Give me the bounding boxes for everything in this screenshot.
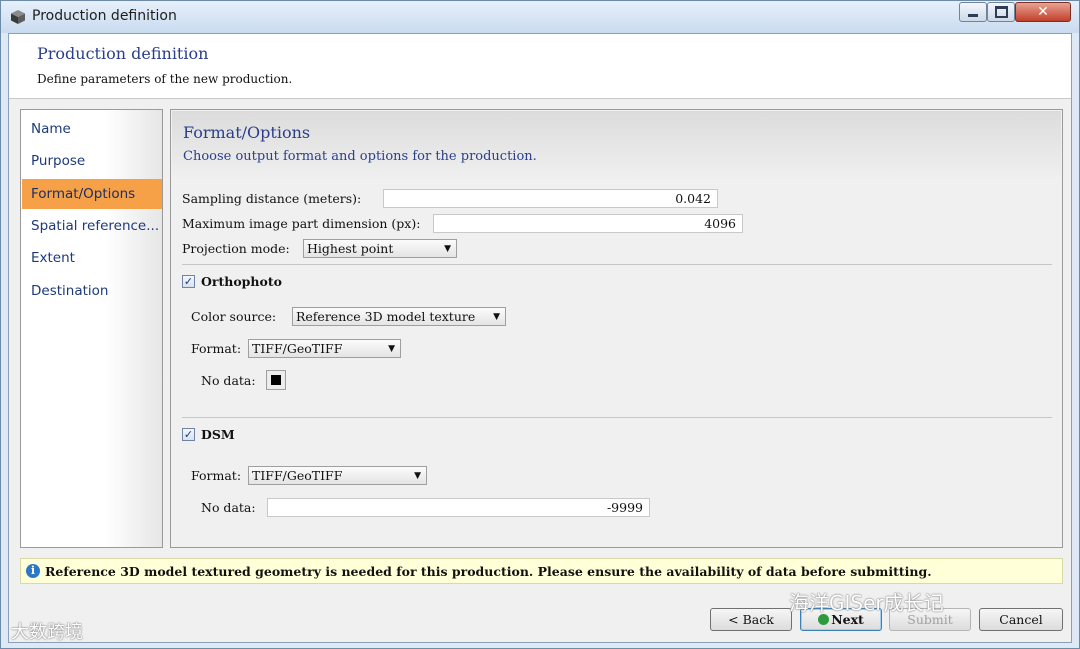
sampling-distance-input[interactable]: 0.042 bbox=[383, 189, 718, 208]
close-icon: ✕ bbox=[1037, 4, 1049, 20]
divider bbox=[182, 264, 1052, 265]
title-bar[interactable]: Production definition ✕ bbox=[1, 1, 1079, 33]
minimize-icon bbox=[968, 13, 978, 17]
projection-mode-value: Highest point bbox=[307, 241, 394, 256]
checkmark-icon: ✓ bbox=[183, 428, 194, 441]
info-message: Reference 3D model textured geometry is … bbox=[45, 564, 932, 579]
orthophoto-nodata-label: No data: bbox=[201, 373, 256, 388]
wizard-subtitle: Define parameters of the new production. bbox=[37, 72, 293, 86]
minimize-button[interactable] bbox=[959, 2, 987, 22]
dsm-nodata-label: No data: bbox=[201, 500, 256, 515]
window-title: Production definition bbox=[32, 8, 177, 24]
sidebar-item-spatial-reference[interactable]: Spatial reference... bbox=[22, 211, 162, 241]
format-options-panel: Format/Options Choose output format and … bbox=[170, 109, 1063, 548]
cancel-button[interactable]: Cancel bbox=[979, 608, 1063, 631]
info-icon: i bbox=[26, 564, 40, 578]
checkmark-icon: ✓ bbox=[183, 275, 194, 288]
projection-mode-label: Projection mode: bbox=[182, 241, 290, 256]
color-source-value: Reference 3D model texture bbox=[296, 309, 476, 324]
dsm-format-label: Format: bbox=[191, 468, 242, 483]
watermark-right: 海洋GISer成长记 bbox=[789, 591, 944, 615]
orthophoto-format-value: TIFF/GeoTIFF bbox=[252, 341, 343, 356]
nodata-color-button[interactable] bbox=[266, 370, 286, 390]
dsm-nodata-input[interactable]: -9999 bbox=[267, 498, 650, 517]
color-source-label: Color source: bbox=[191, 309, 277, 324]
sidebar-item-purpose[interactable]: Purpose bbox=[22, 146, 162, 176]
back-button[interactable]: < Back bbox=[710, 608, 792, 631]
orthophoto-format-select[interactable]: TIFF/GeoTIFF ▼ bbox=[248, 339, 401, 358]
wizard-header: Production definition Define parameters … bbox=[9, 34, 1071, 99]
sidebar-item-format-options[interactable]: Format/Options bbox=[22, 179, 162, 209]
divider bbox=[182, 417, 1052, 418]
orthophoto-checkbox[interactable]: ✓ bbox=[182, 275, 195, 288]
dsm-format-value: TIFF/GeoTIFF bbox=[252, 468, 343, 483]
watermark-left: 大数跨境 bbox=[11, 622, 83, 643]
max-image-dimension-label: Maximum image part dimension (px): bbox=[182, 216, 421, 231]
max-image-dimension-input[interactable]: 4096 bbox=[433, 214, 743, 233]
dropdown-arrow-icon: ▼ bbox=[493, 312, 500, 322]
app-cube-icon bbox=[11, 10, 25, 24]
sidebar-item-name[interactable]: Name bbox=[22, 114, 162, 144]
dropdown-arrow-icon: ▼ bbox=[388, 344, 395, 354]
wizard-title: Production definition bbox=[37, 44, 209, 63]
orthophoto-format-label: Format: bbox=[191, 341, 242, 356]
dropdown-arrow-icon: ▼ bbox=[414, 471, 421, 481]
production-definition-window: Production definition ✕ Production defin… bbox=[0, 0, 1080, 649]
orthophoto-label: Orthophoto bbox=[201, 274, 282, 289]
panel-title: Format/Options bbox=[183, 123, 311, 142]
sampling-distance-label: Sampling distance (meters): bbox=[182, 191, 362, 206]
dsm-format-select[interactable]: TIFF/GeoTIFF ▼ bbox=[248, 466, 427, 485]
panel-header: Format/Options Choose output format and … bbox=[172, 111, 1061, 181]
wizard-steps-sidebar: Name Purpose Format/Options Spatial refe… bbox=[20, 109, 163, 548]
dropdown-arrow-icon: ▼ bbox=[444, 244, 451, 254]
maximize-icon bbox=[994, 6, 1008, 18]
maximize-button[interactable] bbox=[987, 2, 1015, 22]
dsm-checkbox[interactable]: ✓ bbox=[182, 428, 195, 441]
close-button[interactable]: ✕ bbox=[1015, 2, 1071, 22]
dsm-label: DSM bbox=[201, 427, 235, 442]
panel-subtitle: Choose output format and options for the… bbox=[183, 149, 537, 164]
sidebar-item-destination[interactable]: Destination bbox=[22, 276, 162, 306]
projection-mode-select[interactable]: Highest point ▼ bbox=[303, 239, 457, 258]
info-bar: i Reference 3D model textured geometry i… bbox=[20, 558, 1063, 584]
sidebar-item-extent[interactable]: Extent bbox=[22, 243, 162, 273]
nodata-color-swatch bbox=[271, 375, 281, 385]
color-source-select[interactable]: Reference 3D model texture ▼ bbox=[292, 307, 506, 326]
dialog-client-area: Production definition Define parameters … bbox=[8, 33, 1072, 643]
